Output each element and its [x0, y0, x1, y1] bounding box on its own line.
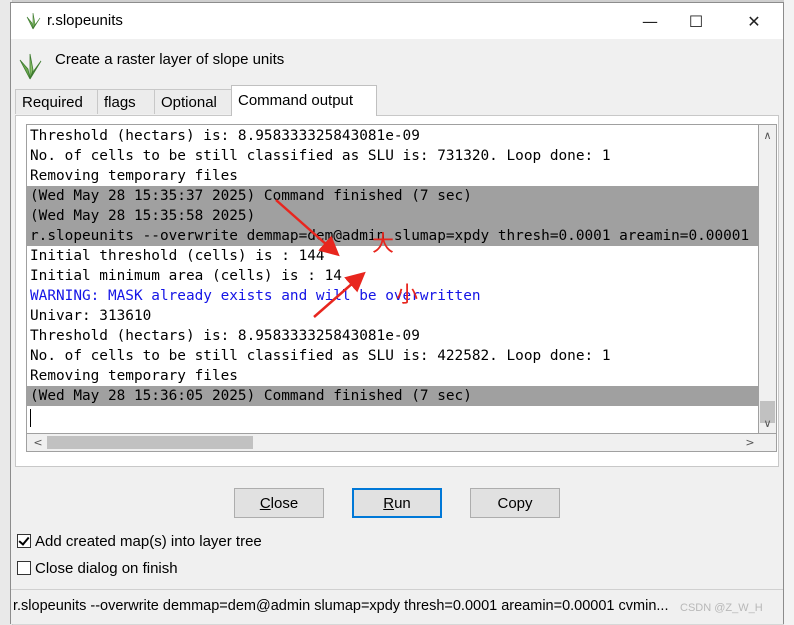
- status-command-text: r.slopeunits --overwrite demmap=dem@admi…: [13, 598, 669, 614]
- close-button-label: lose: [270, 494, 299, 512]
- run-button-label: un: [394, 494, 411, 512]
- close-window-button[interactable]: ✕: [731, 3, 777, 39]
- module-description: Create a raster layer of slope units: [55, 51, 285, 68]
- close-icon: ✕: [747, 11, 761, 31]
- tab-command-output[interactable]: Command output: [231, 85, 377, 116]
- annotation-label-small: 小: [396, 283, 419, 308]
- module-header: Create a raster layer of slope units: [11, 39, 783, 87]
- status-bar: r.slopeunits --overwrite demmap=dem@admi…: [11, 589, 783, 624]
- title-bar: r.slopeunits — ☐ ✕: [11, 3, 783, 39]
- close-on-finish-checkbox[interactable]: [17, 561, 31, 575]
- horizontal-scroll-thumb[interactable]: [47, 436, 253, 449]
- output-line: No. of cells to be still classified as S…: [30, 348, 611, 364]
- output-line: Threshold (hectars) is: 8.95833332584308…: [30, 328, 420, 344]
- output-line: Univar: 313610: [30, 308, 152, 324]
- minimize-button[interactable]: —: [627, 3, 673, 39]
- tab-optional[interactable]: Optional: [154, 89, 232, 114]
- tab-flags[interactable]: flags: [97, 89, 155, 114]
- close-on-finish-checkbox-row[interactable]: Close dialog on finish: [17, 557, 178, 579]
- scroll-left-icon[interactable]: <: [29, 434, 47, 451]
- output-line: Removing temporary files: [30, 368, 238, 384]
- dialog-window: r.slopeunits — ☐ ✕ Create a raster layer…: [10, 2, 784, 624]
- background-app-right-panel: [784, 0, 794, 625]
- output-line-warning: WARNING: MASK already exists and will be…: [30, 288, 481, 304]
- horizontal-scrollbar[interactable]: < >: [26, 434, 777, 452]
- output-line: Threshold (hectars) is: 8.95833332584308…: [30, 128, 420, 144]
- output-line-highlight: (Wed May 28 15:36:05 2025) Command finis…: [27, 386, 758, 406]
- maximize-icon: ☐: [688, 11, 704, 31]
- run-button[interactable]: Run: [352, 488, 442, 518]
- run-mnemonic: R: [383, 494, 395, 512]
- text-caret: [30, 409, 31, 427]
- vertical-scrollbar[interactable]: ∧ ∨: [759, 124, 777, 434]
- maximize-button[interactable]: ☐: [673, 3, 719, 39]
- close-button[interactable]: Close: [234, 488, 324, 518]
- minimize-icon: —: [642, 11, 658, 31]
- output-line: No. of cells to be still classified as S…: [30, 148, 611, 164]
- copy-button[interactable]: Copy: [470, 488, 560, 518]
- watermark: CSDN @Z_W_H: [680, 602, 763, 614]
- output-line-highlight: (Wed May 28 15:35:58 2025): [27, 206, 758, 226]
- close-mnemonic: C: [259, 494, 271, 512]
- scroll-right-icon[interactable]: >: [741, 434, 759, 451]
- output-line-highlight: (Wed May 28 15:35:37 2025) Command finis…: [27, 186, 758, 206]
- add-maps-checkbox[interactable]: [17, 534, 31, 548]
- close-on-finish-label: Close dialog on finish: [35, 559, 178, 577]
- grass-leaf-icon: [26, 12, 41, 30]
- command-output-textarea[interactable]: Threshold (hectars) is: 8.95833332584308…: [26, 124, 759, 434]
- window-title: r.slopeunits: [47, 12, 123, 29]
- output-line: Initial minimum area (cells) is : 14: [30, 268, 342, 284]
- output-line: Removing temporary files: [30, 168, 238, 184]
- grass-module-icon: [19, 53, 42, 80]
- tab-required[interactable]: Required: [15, 89, 98, 114]
- scroll-down-icon[interactable]: ∨: [759, 415, 776, 433]
- scroll-up-icon[interactable]: ∧: [759, 127, 776, 145]
- copy-button-label: Copy: [497, 494, 533, 512]
- add-maps-label: Add created map(s) into layer tree: [35, 532, 262, 550]
- annotation-label-large: 大: [372, 232, 395, 257]
- add-maps-checkbox-row[interactable]: Add created map(s) into layer tree: [17, 530, 262, 552]
